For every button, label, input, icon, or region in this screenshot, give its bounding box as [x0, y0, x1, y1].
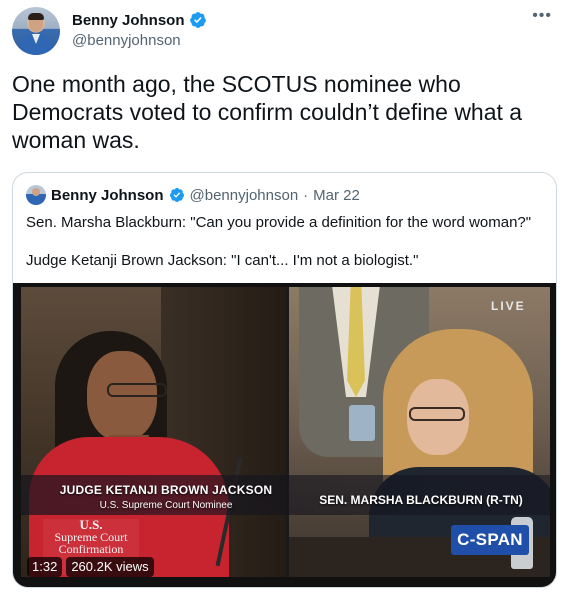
- quoted-tweet-header: Benny Johnson @bennyjohnson · Mar 22: [26, 185, 360, 205]
- left-caption-title: U.S. Supreme Court Nominee: [99, 500, 233, 511]
- quoted-author-handle: @bennyjohnson: [189, 186, 299, 204]
- cspan-logo: C-SPAN: [451, 525, 529, 555]
- quoted-tweet-text: Sen. Marsha Blackburn: "Can you provide …: [26, 213, 546, 289]
- video-frame: JUDGE KETANJI BROWN JACKSON U.S. Supreme…: [21, 287, 550, 577]
- quoted-line-1: Sen. Marsha Blackburn: "Can you provide …: [26, 214, 532, 231]
- live-label: LIVE: [491, 299, 526, 313]
- more-horizontal-icon[interactable]: •••: [532, 8, 552, 24]
- quoted-line-2: Judge Ketanji Brown Jackson: "I can't...…: [26, 252, 419, 269]
- video-player[interactable]: JUDGE KETANJI BROWN JACKSON U.S. Supreme…: [13, 283, 556, 587]
- left-caption-name: JUDGE KETANJI BROWN JACKSON: [59, 483, 273, 497]
- quoted-author-display-name: Benny Johnson: [51, 186, 164, 204]
- quoted-date[interactable]: Mar 22: [313, 187, 360, 204]
- seal-line-3: Confirmation: [58, 542, 124, 556]
- video-duration: 1:32: [27, 557, 63, 577]
- right-caption: SEN. MARSHA BLACKBURN (R-TN): [301, 493, 541, 507]
- tweet-text: One month ago, the SCOTUS nominee who De…: [12, 71, 523, 153]
- video-stats: 1:32 260.2K views: [27, 557, 154, 577]
- tweet: Benny Johnson @bennyjohnson ••• One mont…: [0, 0, 568, 600]
- author-name-line: Benny Johnson: [72, 11, 207, 29]
- verified-badge-icon: [189, 12, 206, 28]
- author-handle[interactable]: @bennyjohnson: [72, 32, 181, 49]
- right-caption-name: SEN. MARSHA BLACKBURN (R-TN): [319, 493, 523, 507]
- video-views: 260.2K views: [66, 557, 154, 577]
- author-avatar[interactable]: [12, 7, 60, 55]
- quoted-author-avatar: [26, 185, 46, 205]
- quoted-verified-badge-icon: [169, 188, 184, 202]
- left-caption: JUDGE KETANJI BROWN JACKSON U.S. Supreme…: [51, 483, 281, 511]
- video-divider: [286, 287, 289, 577]
- author-display-name[interactable]: Benny Johnson: [72, 12, 185, 29]
- quoted-tweet[interactable]: Benny Johnson @bennyjohnson · Mar 22 Sen…: [12, 172, 557, 588]
- quoted-separator: ·: [303, 186, 309, 204]
